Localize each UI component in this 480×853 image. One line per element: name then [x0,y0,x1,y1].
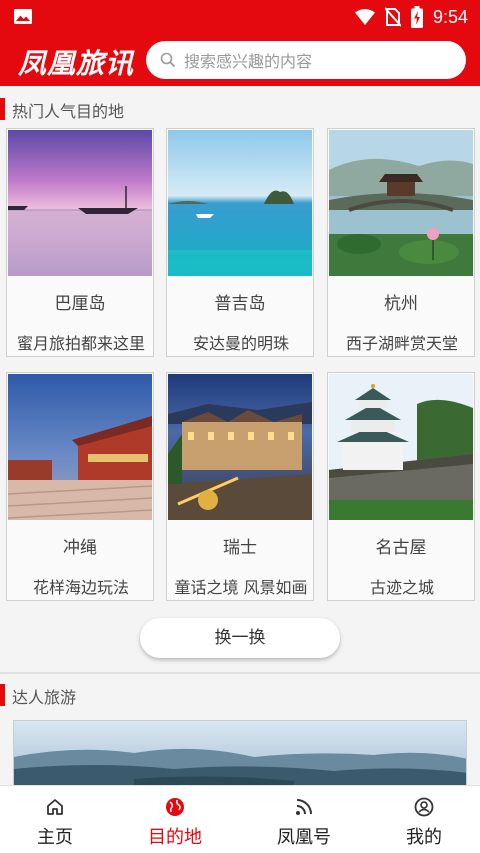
tab-label: 主页 [37,827,73,848]
destination-card[interactable]: 普吉岛 安达曼的明珠 [166,128,314,357]
search-placeholder: 搜索感兴趣的内容 [184,52,313,71]
expert-travel-banner[interactable] [13,720,467,786]
destination-desc: 花样海边玩法 [32,578,129,597]
destination-desc: 古迹之城 [369,578,434,597]
section-divider [0,672,480,674]
destination-name: 巴厘岛 [54,294,106,314]
user-icon [414,797,434,817]
destination-photo [329,130,473,276]
destination-card[interactable]: 名古屋 古迹之城 [327,372,475,601]
destination-photo [168,374,312,520]
status-bar: 9:54 [0,0,480,34]
battery-charging-icon [410,6,423,28]
refresh-button[interactable]: 换一换 [140,618,340,658]
clock: 9:54 [432,6,468,27]
section-title: 达人旅游 [12,688,77,707]
app-logo: 凤凰旅讯 [18,47,135,80]
destination-card[interactable]: 冲绳 花样海边玩法 [6,372,154,601]
destination-name: 名古屋 [375,538,427,558]
hot-destinations-header: 热门人气目的地 [0,90,480,126]
expert-travel-header: 达人旅游 [0,676,480,712]
tab-profile[interactable]: 我的 [364,786,480,853]
no-sim-icon [384,7,401,27]
tab-label: 目的地 [148,827,202,848]
tab-destination[interactable]: 目的地 [115,786,235,853]
image-notification-icon [14,9,32,24]
tab-home[interactable]: 主页 [0,786,115,853]
destination-desc: 西子湖畔赏天堂 [345,334,458,353]
home-icon [47,799,63,815]
destination-desc: 童话之境 风景如画 [174,578,308,597]
tab-phoenix[interactable]: 凤凰号 [244,786,364,853]
destination-photo [329,374,473,520]
destination-card[interactable]: 瑞士 童话之境 风景如画 [166,372,314,601]
destination-name: 普吉岛 [214,294,266,314]
destination-photo [168,130,312,276]
section-accent-bar [0,684,5,706]
bottom-tab-bar: 主页 目的地 凤凰号 我的 [0,785,480,853]
destination-card[interactable]: 巴厘岛 蜜月旅拍都来这里 [6,128,154,357]
wifi-icon [354,9,375,25]
section-accent-bar [0,98,5,120]
section-title: 热门人气目的地 [12,102,125,121]
destination-name: 杭州 [384,294,418,314]
destination-name: 瑞士 [223,538,257,558]
app-bar: 凤凰旅讯 搜索感兴趣的内容 [0,34,480,86]
destination-desc: 蜜月旅拍都来这里 [16,334,145,353]
rss-icon [296,799,312,815]
search-icon [160,52,176,68]
globe-icon [166,798,184,816]
destination-photo [8,374,152,520]
destination-photo [8,130,152,276]
destination-desc: 安达曼的明珠 [192,334,289,353]
destination-name: 冲绳 [63,538,97,558]
search-bar[interactable]: 搜索感兴趣的内容 [146,41,466,79]
tab-label: 凤凰号 [277,827,331,848]
destination-card[interactable]: 杭州 西子湖畔赏天堂 [327,128,475,357]
tab-label: 我的 [406,827,442,848]
